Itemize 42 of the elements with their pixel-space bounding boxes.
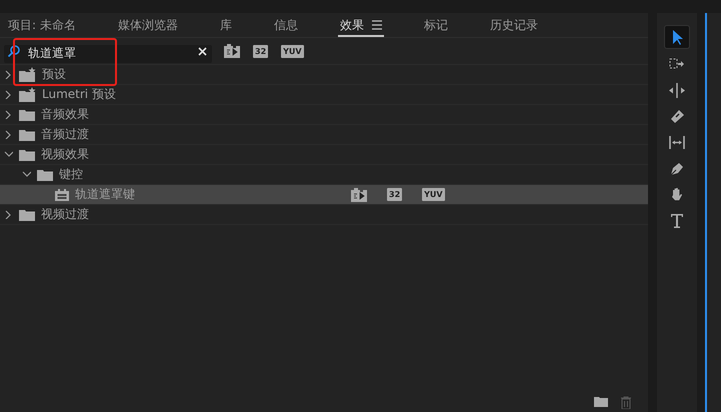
panel-tab[interactable]: 历史记录	[488, 14, 540, 36]
folder-icon	[19, 208, 35, 220]
folder-icon	[19, 108, 35, 120]
search-field[interactable]: 轨道遮罩	[4, 44, 212, 62]
tree-folder[interactable]: 音频过渡	[41, 126, 89, 143]
chevron-right-icon[interactable]	[4, 130, 13, 139]
panel-tab[interactable]: 标记	[422, 14, 450, 36]
accelerated-effect-icon[interactable]	[224, 44, 240, 58]
chevron-right-icon[interactable]	[4, 210, 13, 219]
tree-folder[interactable]: 视频过渡	[41, 206, 89, 223]
tree-folder[interactable]: 音频效果	[41, 106, 89, 123]
tree-folder[interactable]: 预设	[42, 66, 66, 83]
clear-icon[interactable]	[198, 47, 207, 56]
effect-name: 轨道遮罩键	[75, 186, 135, 203]
chevron-right-icon[interactable]	[4, 110, 13, 119]
preset-folder-icon	[19, 67, 36, 82]
accelerated-effect-icon	[351, 188, 367, 202]
chevron-right-icon[interactable]	[4, 90, 13, 99]
preset-folder-icon	[19, 87, 36, 102]
folder-icon	[19, 148, 35, 160]
menu-icon	[372, 20, 382, 30]
panel-tab[interactable]: 效果	[338, 15, 384, 37]
arrow-cursor-tool[interactable]	[664, 25, 690, 49]
badge-icon: 32	[387, 188, 402, 201]
effect-row[interactable]: 轨道遮罩键 32 YUV	[0, 185, 648, 205]
chevron-right-icon[interactable]	[4, 70, 13, 79]
panel-tab[interactable]: 项目: 未命名	[6, 14, 78, 36]
folder-icon	[37, 168, 53, 180]
badge-icon[interactable]: 32	[253, 44, 268, 58]
badge-icon[interactable]: YUV	[281, 44, 304, 58]
folder-icon[interactable]	[594, 396, 608, 407]
chevron-down-icon[interactable]	[4, 150, 13, 159]
panel-tab[interactable]: 媒体浏览器	[116, 14, 180, 36]
tree-folder[interactable]: 视频效果	[41, 146, 89, 163]
folder-icon	[19, 128, 35, 140]
panel-tab[interactable]: 库	[218, 14, 234, 36]
tree-folder[interactable]: Lumetri 预设	[42, 86, 116, 103]
tree-folder[interactable]: 键控	[59, 166, 83, 183]
panel-tab[interactable]: 信息	[272, 14, 300, 36]
badge-icon: YUV	[422, 188, 445, 201]
effect-icon	[55, 188, 69, 200]
chevron-down-icon[interactable]	[22, 170, 31, 179]
